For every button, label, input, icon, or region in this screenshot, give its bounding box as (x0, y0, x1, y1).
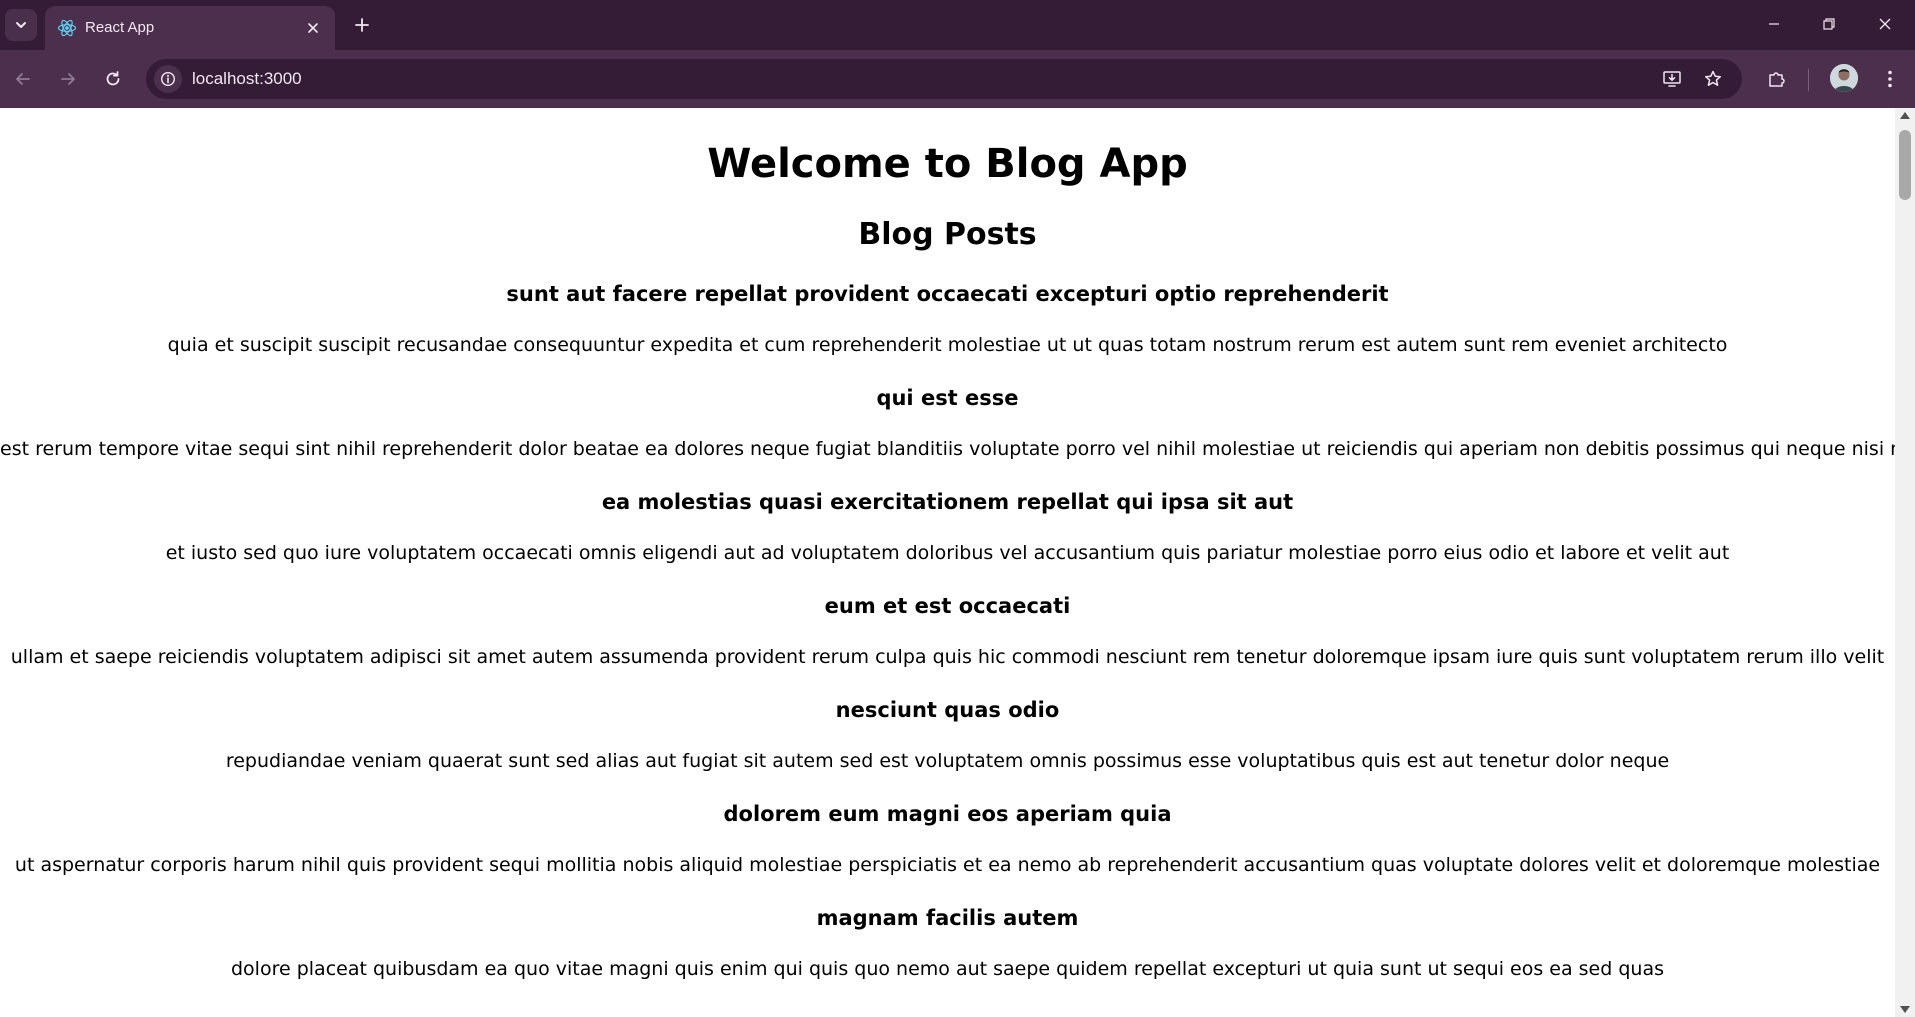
scroll-down-arrow-icon[interactable] (1900, 1006, 1910, 1013)
reload-button[interactable] (95, 61, 131, 97)
post-title: magnam facilis autem (816, 906, 1079, 930)
minimize-button[interactable] (1744, 0, 1804, 48)
post-list: sunt aut facere repellat provident occae… (0, 281, 1895, 982)
kebab-menu-icon (1888, 70, 1892, 88)
blog-post: qui est esse est rerum tempore vitae seq… (0, 385, 1895, 462)
tab-react-app[interactable]: React App (45, 6, 335, 50)
close-window-button[interactable] (1855, 0, 1915, 48)
url-text[interactable]: localhost:3000 (192, 69, 302, 89)
post-title: eum et est occaecati (824, 594, 1071, 618)
blog-post: dolorem eum magni eos aperiam quia ut as… (0, 801, 1895, 878)
post-body: et iusto sed quo iure voluptatem occaeca… (165, 542, 1730, 564)
page-content: Welcome to Blog App Blog Posts sunt aut … (0, 108, 1895, 1017)
tab-title: React App (85, 19, 155, 36)
tab-close-button[interactable] (301, 16, 325, 40)
install-app-button[interactable] (1658, 65, 1686, 93)
arrow-right-icon (61, 73, 75, 85)
puzzle-icon (1769, 72, 1785, 87)
post-body: ullam et saepe reiciendis voluptatem adi… (10, 646, 1885, 668)
site-info-button[interactable] (154, 65, 182, 93)
section-title: Blog Posts (858, 217, 1037, 252)
blog-post: eum et est occaecati ullam et saepe reic… (0, 593, 1895, 670)
tab-search-button[interactable] (5, 9, 37, 41)
reload-icon (106, 71, 120, 86)
info-icon (160, 71, 176, 87)
profile-avatar[interactable] (1830, 64, 1858, 92)
forward-button[interactable] (50, 61, 86, 97)
blog-post: magnam facilis autem dolore placeat quib… (0, 905, 1895, 982)
plus-icon (355, 18, 369, 32)
back-button[interactable] (5, 61, 41, 97)
bookmark-button[interactable] (1699, 65, 1727, 93)
post-title: ea molestias quasi exercitationem repell… (601, 490, 1294, 514)
chevron-down-icon (16, 22, 26, 28)
post-title: qui est esse (876, 386, 1019, 410)
blog-post: ea molestias quasi exercitationem repell… (0, 489, 1895, 566)
browser-toolbar: localhost:3000 (0, 50, 1915, 108)
post-body: ut aspernatur corporis harum nihil quis … (14, 854, 1881, 876)
restore-icon (1823, 18, 1835, 30)
post-body: quia et suscipit suscipit recusandae con… (167, 334, 1728, 356)
post-body: repudiandae veniam quaerat sunt sed alia… (225, 750, 1670, 772)
extensions-button[interactable] (1759, 61, 1795, 97)
toolbar-divider (1808, 69, 1809, 91)
minimize-icon (1769, 23, 1779, 25)
page-scrollbar[interactable] (1895, 108, 1915, 1017)
blog-post: sunt aut facere repellat provident occae… (0, 281, 1895, 358)
install-app-icon (1663, 71, 1681, 87)
post-title: dolorem eum magni eos aperiam quia (723, 802, 1172, 826)
blog-post: nesciunt quas odio repudiandae veniam qu… (0, 697, 1895, 774)
scrollbar-thumb[interactable] (1899, 130, 1911, 200)
close-icon (1879, 18, 1891, 30)
browser-menu-button[interactable] (1872, 61, 1908, 97)
post-title: sunt aut facere repellat provident occae… (506, 282, 1389, 306)
react-logo-icon (57, 19, 77, 37)
avatar-icon (1830, 64, 1858, 92)
browser-titlebar: React App (0, 0, 1915, 50)
scroll-up-arrow-icon[interactable] (1900, 112, 1910, 119)
star-icon (1704, 70, 1722, 86)
close-icon (308, 23, 318, 33)
post-body: dolore placeat quibusdam ea quo vitae ma… (231, 958, 1664, 980)
new-tab-button[interactable] (348, 11, 376, 39)
post-title: nesciunt quas odio (835, 698, 1060, 722)
post-body: est rerum tempore vitae sequi sint nihil… (0, 438, 1895, 460)
page-title: Welcome to Blog App (707, 141, 1188, 187)
arrow-left-icon (16, 73, 30, 85)
restore-button[interactable] (1799, 0, 1859, 48)
address-bar[interactable]: localhost:3000 (146, 59, 1742, 99)
